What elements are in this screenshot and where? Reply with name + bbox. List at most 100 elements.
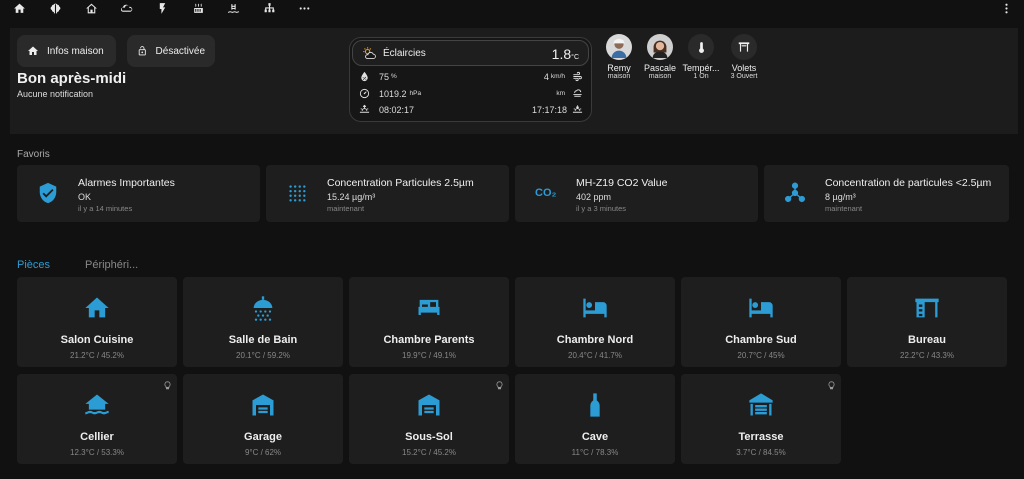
room-card-bureau[interactable]: Bureau 22.2°C / 43.3% xyxy=(847,277,1007,367)
infos-maison-label: Infos maison xyxy=(47,45,104,57)
garage-icon xyxy=(252,394,274,416)
weather-fog-icon xyxy=(573,89,582,97)
lightbulb-outline-icon[interactable] xyxy=(163,380,172,391)
weather-condition: Éclaircies xyxy=(383,48,426,59)
person-badge-remy[interactable]: Remy maison xyxy=(599,34,639,80)
room-card-terrasse[interactable]: Terrasse 3.7°C / 84.5% xyxy=(681,374,841,464)
room-name: Salon Cuisine xyxy=(60,334,134,346)
room-value: 20.4°C / 41.7% xyxy=(568,351,622,360)
room-value: 20.1°C / 59.2% xyxy=(236,351,290,360)
notification-status: Aucune notification xyxy=(17,89,94,99)
humidity-row: 75% xyxy=(359,71,397,82)
co2-icon: CO₂ xyxy=(535,187,557,199)
person-avatar-icon xyxy=(611,38,627,58)
fav-value: 8 µg/m³ xyxy=(825,192,856,202)
room-card-salle-de-bain[interactable]: Salle de Bain 20.1°C / 59.2% xyxy=(183,277,343,367)
badge-name: Tempér... xyxy=(682,63,720,73)
room-name: Cellier xyxy=(80,431,114,443)
desactivee-label: Désactivée xyxy=(155,45,205,57)
room-card-garage[interactable]: Garage 9°C / 62% xyxy=(183,374,343,464)
temperature-badge[interactable]: Tempér... 1 On xyxy=(681,34,721,80)
room-name: Salle de Bain xyxy=(228,334,298,346)
person-badge-pascale[interactable]: Pascale maison xyxy=(640,34,680,80)
fav-time: il y a 3 minutes xyxy=(576,204,627,213)
visibility-unit: km xyxy=(556,90,565,97)
room-card-salon-cuisine[interactable]: Salon Cuisine 21.2°C / 45.2% xyxy=(17,277,177,367)
room-card-sous-sol[interactable]: Sous-Sol 15.2°C / 45.2% xyxy=(349,374,509,464)
room-value: 19.9°C / 49.1% xyxy=(402,351,456,360)
home-icon xyxy=(28,46,38,55)
badge-circle xyxy=(731,34,757,60)
house-outline-icon[interactable] xyxy=(81,0,101,16)
more-vertical-icon[interactable] xyxy=(996,0,1016,16)
volets-badge[interactable]: Volets 3 Ouvert xyxy=(724,34,764,80)
visibility-row: km xyxy=(554,88,583,99)
more-horizontal-icon[interactable] xyxy=(294,0,314,16)
room-value: 15.2°C / 45.2% xyxy=(402,448,456,457)
wind-value: 4 xyxy=(543,71,549,82)
bed-icon xyxy=(749,298,773,318)
badge-state: 3 Ouvert xyxy=(730,73,758,80)
pressure-unit: hPa xyxy=(409,90,422,97)
room-card-chambre-nord[interactable]: Chambre Nord 20.4°C / 41.7% xyxy=(515,277,675,367)
fav-title: Alarmes Importantes xyxy=(78,177,175,189)
home-icon xyxy=(85,297,109,318)
desactivee-button[interactable]: Désactivée xyxy=(127,35,215,67)
room-card-chambre-sud[interactable]: Chambre Sud 20.7°C / 45% xyxy=(681,277,841,367)
room-card-chambre-parents[interactable]: Chambre Parents 19.9°C / 49.1% xyxy=(349,277,509,367)
network-icon[interactable] xyxy=(259,0,279,16)
badge-circle xyxy=(688,34,714,60)
avatar xyxy=(647,34,673,60)
room-name: Chambre Nord xyxy=(556,334,634,346)
sunset-icon xyxy=(572,105,583,113)
weather-temperature: 1.8°C xyxy=(552,46,579,62)
person-state: maison xyxy=(648,73,672,80)
flash-icon[interactable] xyxy=(152,0,172,16)
sunrise-row: 08:02:17 xyxy=(359,104,414,115)
wind-icon xyxy=(573,71,582,82)
cloud-icon[interactable] xyxy=(116,0,136,16)
badge-name: Volets xyxy=(731,63,757,73)
wind-unit: km/h xyxy=(550,73,565,80)
partly-cloudy-icon xyxy=(363,47,376,59)
sunrise-icon xyxy=(359,104,370,113)
lightbulb-outline-icon[interactable] xyxy=(827,380,836,391)
lightbulb-outline-icon[interactable] xyxy=(495,380,504,391)
avatar xyxy=(606,34,632,60)
fav-card-particules-lt-2-5[interactable]: Concentration de particules <2.5µm 8 µg/… xyxy=(764,165,1009,222)
fav-time: maintenant xyxy=(327,204,365,213)
tab-pieces[interactable]: Pièces xyxy=(17,259,50,271)
fav-value: 15.24 µg/m³ xyxy=(327,192,376,202)
sunset-row: 17:17:18 xyxy=(532,104,583,115)
fav-title: Concentration Particules 2.5µm xyxy=(327,177,474,189)
infos-maison-button[interactable]: Infos maison xyxy=(17,35,116,67)
favoris-title: Favoris xyxy=(17,149,50,160)
tab-peripheriques[interactable]: Périphéri... xyxy=(85,259,138,271)
brain-icon[interactable] xyxy=(45,0,65,16)
desk-icon xyxy=(915,298,939,318)
weather-card[interactable]: Éclaircies 1.8°C 75% 4 km/h 1019.2 hPa km … xyxy=(349,37,592,122)
home-flood-icon xyxy=(85,394,109,415)
pool-icon[interactable] xyxy=(223,0,243,16)
top-navigation-bar xyxy=(0,0,1024,16)
terrace-icon xyxy=(749,393,773,416)
fav-value: 402 ppm xyxy=(576,192,612,202)
fav-card-alarmes[interactable]: Alarmes Importantes OK il y a 14 minutes xyxy=(17,165,260,222)
fav-card-particules-2-5[interactable]: Concentration Particules 2.5µm 15.24 µg/… xyxy=(266,165,509,222)
humidity-value: 75 xyxy=(379,71,390,82)
window-shutter-icon xyxy=(738,42,750,52)
shield-check-icon xyxy=(39,182,57,204)
badge-state: 1 On xyxy=(693,73,709,80)
humidity-unit: % xyxy=(391,73,397,80)
pressure-value: 1019.2 xyxy=(379,88,407,99)
fav-card-co2[interactable]: CO₂ MH-Z19 CO2 Value 402 ppm il y a 3 mi… xyxy=(515,165,758,222)
radiator-icon[interactable] xyxy=(188,0,208,16)
garage-icon xyxy=(418,394,440,416)
room-value: 21.2°C / 45.2% xyxy=(70,351,124,360)
double-bed-icon xyxy=(418,299,440,315)
home-icon[interactable] xyxy=(9,0,29,16)
greeting-title: Bon après-midi xyxy=(17,70,127,87)
room-card-cellier[interactable]: Cellier 12.3°C / 53.3% xyxy=(17,374,177,464)
room-card-cave[interactable]: Cave 11°C / 78.3% xyxy=(515,374,675,464)
wind-row: 4 km/h xyxy=(544,71,583,82)
